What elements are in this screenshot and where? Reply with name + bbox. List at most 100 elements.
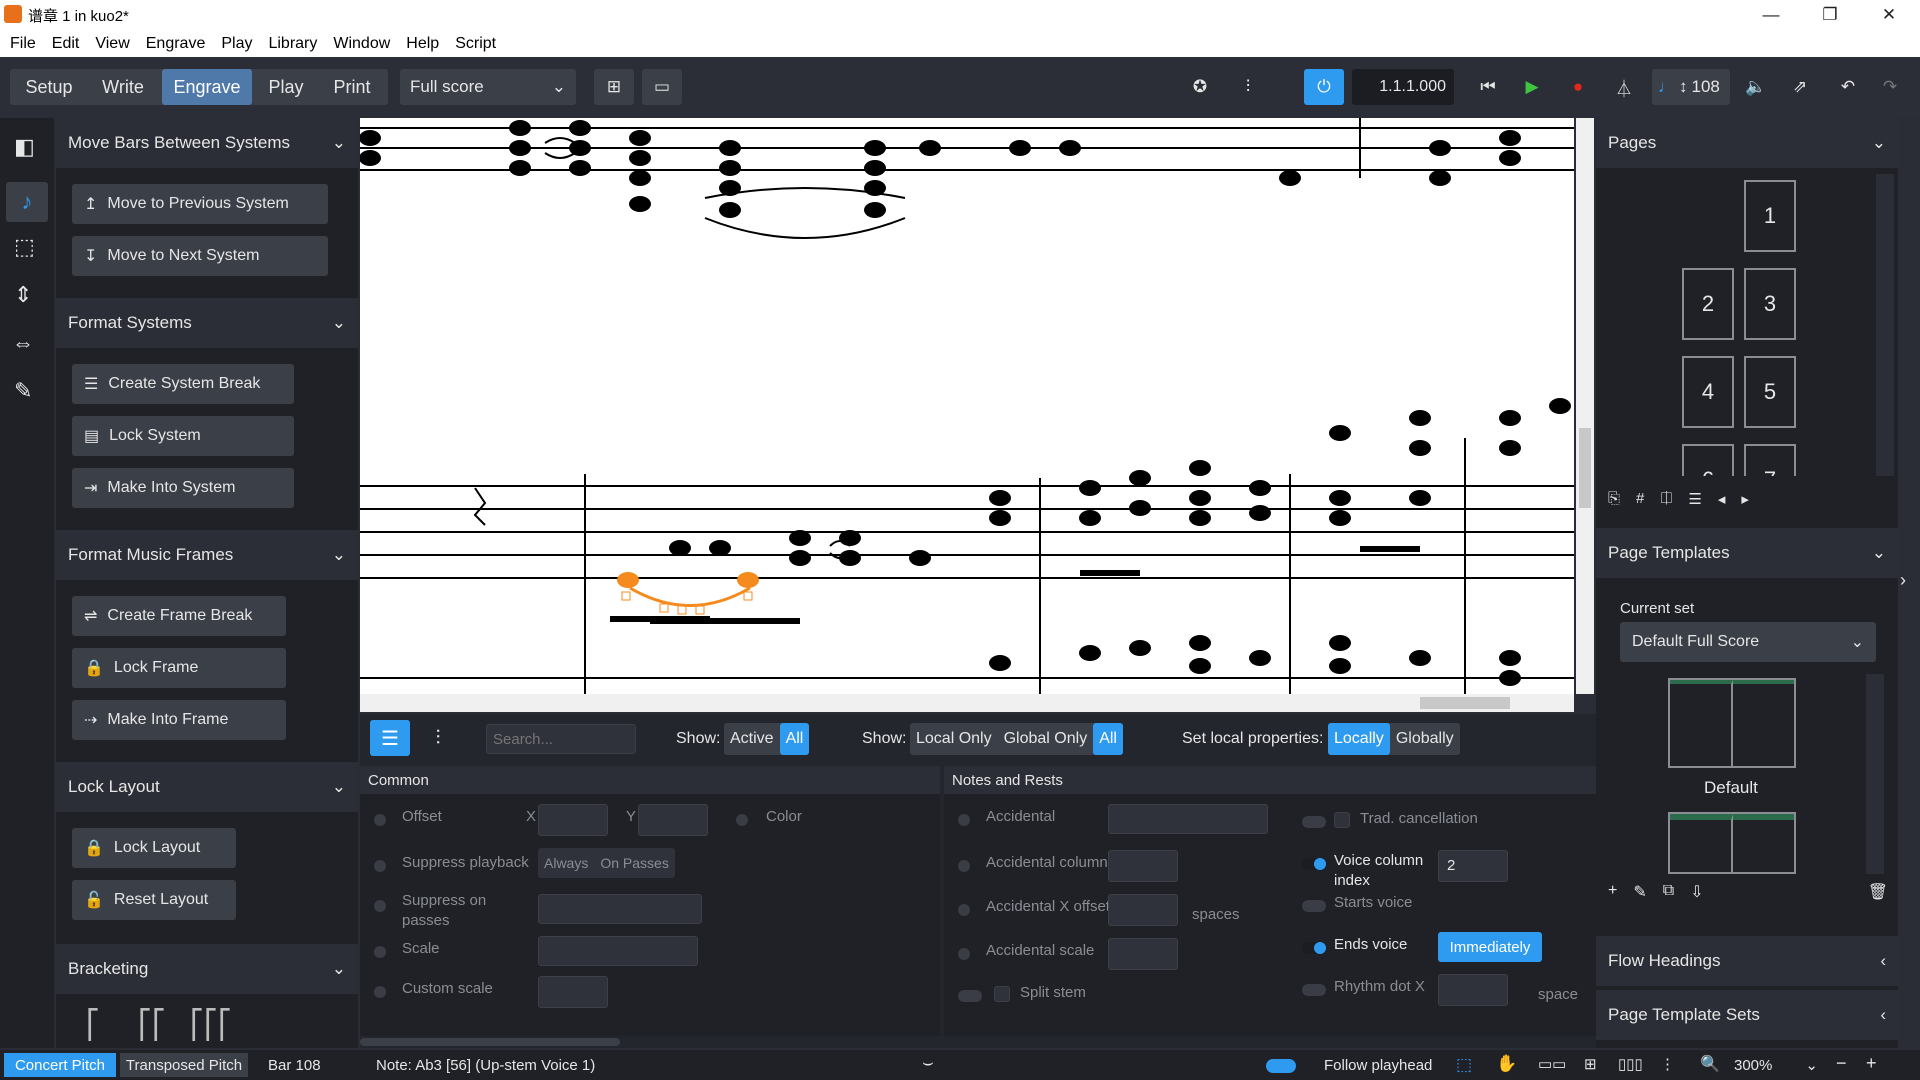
template-2-thumb[interactable] — [1668, 812, 1796, 874]
mode-setup[interactable]: Setup — [14, 69, 84, 105]
on-passes-option[interactable]: On Passes — [594, 847, 674, 879]
page-thumb-1[interactable]: 1 — [1744, 180, 1796, 252]
score-horizontal-scrollbar[interactable] — [360, 694, 1574, 712]
transposed-pitch-button[interactable]: Transposed Pitch — [120, 1053, 248, 1077]
scale-field[interactable] — [538, 936, 698, 966]
menu-script[interactable]: Script — [447, 35, 504, 53]
voice-column-toggle[interactable] — [1302, 858, 1326, 870]
accidental-column-field[interactable] — [1108, 850, 1178, 882]
horizontal-view-icon[interactable]: ▯▯▯ — [1618, 1055, 1643, 1073]
record-icon[interactable]: ● — [1558, 69, 1598, 105]
mixer-icon[interactable]: ⫶ — [1228, 69, 1268, 105]
score-view[interactable] — [360, 118, 1574, 694]
mode-play[interactable]: Play — [256, 69, 316, 105]
page-thumb-4[interactable]: 4 — [1682, 356, 1734, 428]
template-sets-header[interactable]: Page Template Sets ‹ — [1596, 990, 1898, 1040]
templates-scrollbar[interactable] — [1866, 674, 1884, 874]
bracketing-header[interactable]: Bracketing ⌄ — [56, 944, 358, 994]
accidental-column-toggle[interactable] — [958, 860, 970, 872]
lock-frame-button[interactable]: 🔒 Lock Frame — [72, 648, 286, 688]
show-global-only[interactable]: Global Only — [998, 723, 1094, 755]
lock-layout-header[interactable]: Lock Layout ⌄ — [56, 762, 358, 812]
suppress-on-passes-field[interactable] — [538, 894, 702, 924]
spread-view-icon[interactable]: ▭▭ — [1538, 1055, 1566, 1073]
voice-column-field[interactable]: 2 — [1438, 850, 1508, 882]
search-input[interactable] — [486, 724, 636, 754]
pages-header[interactable]: Pages ⌄ — [1596, 118, 1898, 168]
show-all[interactable]: All — [779, 723, 810, 755]
popout-icon[interactable]: ⇗ — [1780, 69, 1820, 105]
mode-print[interactable]: Print — [320, 69, 384, 105]
scale-toggle[interactable] — [374, 946, 386, 958]
score-vertical-scrollbar[interactable] — [1576, 118, 1594, 694]
page-number-icon[interactable]: # — [1636, 490, 1644, 508]
offset-x-field[interactable] — [538, 804, 608, 836]
starts-voice-toggle[interactable] — [1302, 900, 1326, 912]
list-view-icon[interactable]: ☰ — [370, 720, 410, 756]
menu-help[interactable]: Help — [398, 35, 447, 53]
color-toggle[interactable] — [736, 814, 748, 826]
edit-icon[interactable]: ✎ — [1633, 882, 1646, 902]
scroll-thumb[interactable] — [1579, 428, 1591, 508]
make-into-system-button[interactable]: ⇥ Make Into System — [72, 468, 294, 508]
menu-engrave[interactable]: Engrave — [138, 35, 214, 53]
offset-y-field[interactable] — [638, 804, 708, 836]
accidental-x-offset-field[interactable] — [1108, 894, 1178, 926]
template-default-thumb[interactable] — [1668, 678, 1796, 768]
sub-bracket-icon[interactable]: ⎡⎡ — [138, 1008, 166, 1041]
create-system-break-button[interactable]: ☰ Create System Break — [72, 364, 294, 404]
activate-project-icon[interactable]: ⏻ — [1304, 69, 1344, 105]
accidental-x-offset-toggle[interactable] — [958, 904, 970, 916]
lock-layout-button[interactable]: 🔒 Lock Layout — [72, 828, 236, 868]
add-icon[interactable]: + — [1608, 882, 1617, 902]
mode-write[interactable]: Write — [88, 69, 158, 105]
split-stem-checkbox[interactable] — [994, 986, 1010, 1002]
always-option[interactable]: Always — [538, 847, 594, 879]
show-active[interactable]: Active — [724, 723, 780, 755]
play-icon[interactable]: ▶ — [1512, 69, 1552, 105]
concert-pitch-button[interactable]: Concert Pitch — [4, 1053, 116, 1077]
galley-view-icon[interactable]: ⊞ — [594, 69, 634, 105]
flow-headings-header[interactable]: Flow Headings ‹ — [1596, 936, 1898, 986]
properties-scrollbar[interactable] — [360, 1038, 620, 1046]
page-list-icon[interactable]: ☰ — [1688, 490, 1701, 508]
zoom-icon[interactable]: 🔍 — [1700, 1054, 1720, 1074]
make-into-frame-button[interactable]: ⇢ Make Into Frame — [72, 700, 286, 740]
layout-select[interactable]: Full score ⌄ — [400, 69, 576, 105]
show-all-scope[interactable]: All — [1093, 723, 1123, 755]
accidental-scale-toggle[interactable] — [958, 948, 970, 960]
menu-view[interactable]: View — [87, 35, 137, 53]
rhythm-dot-x-toggle[interactable] — [1302, 984, 1326, 996]
custom-scale-field[interactable] — [538, 976, 608, 1008]
move-to-next-system-button[interactable]: ↧ Move to Next System — [72, 236, 328, 276]
zoom-in-icon[interactable]: + — [1866, 1053, 1877, 1074]
page-spread-icon[interactable]: ⎅ — [1660, 490, 1672, 508]
page-insert-icon[interactable]: ⎘ — [1608, 490, 1620, 508]
menu-library[interactable]: Library — [260, 35, 325, 53]
staff-spacing-icon[interactable]: ⇕ — [14, 282, 32, 308]
redo-icon[interactable]: ↷ — [1870, 69, 1910, 105]
reset-layout-button[interactable]: 🔓 Reset Layout — [72, 880, 236, 920]
split-stem-toggle[interactable] — [958, 990, 982, 1002]
page-thumb-5[interactable]: 5 — [1744, 356, 1796, 428]
restore-button[interactable]: ❐ — [1801, 0, 1859, 30]
move-bars-header[interactable]: Move Bars Between Systems ⌄ — [56, 118, 358, 168]
custom-scale-toggle[interactable] — [374, 986, 386, 998]
page-view-icon[interactable]: ▭ — [642, 69, 682, 105]
show-local-only[interactable]: Local Only — [910, 723, 998, 755]
collapse-right-icon[interactable]: › — [1900, 570, 1906, 591]
rewind-icon[interactable]: ⏮ — [1468, 69, 1508, 105]
metronome-icon[interactable]: ⏃ — [1604, 69, 1644, 105]
mode-engrave[interactable]: Engrave — [162, 69, 252, 105]
trad-cancellation-toggle[interactable] — [1302, 816, 1326, 828]
format-systems-header[interactable]: Format Systems ⌄ — [56, 298, 358, 348]
hand-tool-icon[interactable]: ✋ — [1496, 1054, 1517, 1074]
accidental-scale-field[interactable] — [1108, 938, 1178, 970]
page-thumb-3[interactable]: 3 — [1744, 268, 1796, 340]
frame-edit-icon[interactable]: ⬚ — [14, 234, 35, 260]
note-spacing-icon[interactable]: ⇔ — [12, 330, 34, 356]
menu-file[interactable]: File — [2, 35, 44, 53]
suppress-playback-toggle[interactable] — [374, 860, 386, 872]
accidental-field[interactable] — [1108, 804, 1268, 834]
locally-button[interactable]: Locally — [1328, 723, 1390, 755]
